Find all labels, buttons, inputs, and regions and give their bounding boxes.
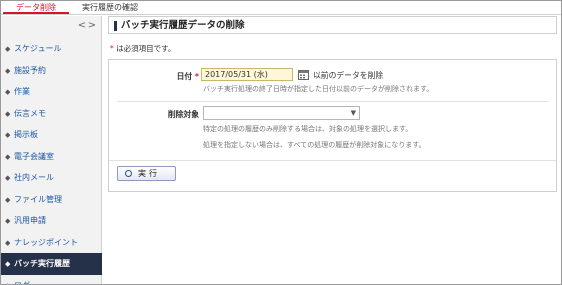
date-hint: バッチ実行処理の終了日時が指定した日付以前のデータが削除されます。 — [203, 85, 434, 93]
bullet-icon: ◆ — [5, 174, 11, 182]
sidebar-item-label: 施設予約 — [14, 65, 46, 75]
sidebar-item-knowledge[interactable]: ◆ ナレッジポイント — [1, 232, 102, 254]
circle-icon — [125, 170, 132, 177]
sidebar-item-label: 作業 — [14, 87, 30, 96]
sidebar-item-label: 伝言メモ — [14, 108, 46, 118]
chevron-left-icon[interactable]: < — [77, 20, 87, 32]
bullet-icon: ◆ — [5, 88, 11, 96]
bullet-icon: ◆ — [5, 217, 11, 225]
page-header: バッチ実行履歴データの削除 — [108, 16, 557, 34]
sidebar-item-mail[interactable]: ◆ 社内メール — [1, 167, 102, 189]
sidebar-item-label: 社内メール — [14, 173, 54, 182]
sidebar-item-task[interactable]: ◆ 作業 — [1, 81, 102, 103]
page-title: バッチ実行履歴データの削除 — [121, 20, 245, 31]
date-label-text: 日付 — [176, 72, 193, 81]
sidebar-item-label: バッチ実行履歴 — [14, 259, 70, 268]
bullet-icon: ◆ — [5, 260, 11, 268]
sidebar-item-label: ファイル管理 — [14, 194, 62, 204]
tab-data-delete[interactable]: データ削除 — [3, 2, 69, 14]
chevron-right-icon[interactable]: > — [87, 20, 97, 32]
delete-form: 日付 * 2017/05/31 (水) 以前のデータを削除 バッチ実行処理の終了… — [108, 59, 557, 192]
bullet-icon: ◆ — [5, 276, 11, 285]
bullet-icon: ◆ — [5, 195, 11, 204]
sidebar-item-label: 電子会議室 — [14, 151, 54, 161]
sidebar-item-facility[interactable]: ◆ 施設予約 — [1, 60, 102, 82]
bullet-icon: ◆ — [5, 131, 11, 139]
title-accent-bar — [114, 21, 117, 31]
sidebar-item-conference[interactable]: ◆ 電子会議室 — [1, 146, 102, 168]
tab-bar: データ削除 実行履歴の確認 — [1, 1, 561, 15]
required-note-text: は必須項目です。 — [113, 44, 176, 53]
sidebar-list: ◆ スケジュール ◆ 施設予約 ◆ 作業 ◆ 伝言メモ ◆ 掲示板 ◆ 電子会議室 ◆ 社内メ… — [1, 38, 102, 285]
bullet-icon: ◆ — [5, 109, 11, 118]
sidebar: < > ◆ スケジュール ◆ 施設予約 ◆ 作業 ◆ 伝言メモ ◆ 掲示板 ◆ 電子会議室 ◆… — [1, 16, 102, 285]
required-note: * は必須項目です。 — [110, 43, 175, 54]
sidebar-item-label: 掲示板 — [14, 130, 38, 139]
date-suffix-text: 以前のデータを削除 — [313, 71, 384, 80]
target-hint-2: 処理を指定しない場合は、すべての処理の履歴が削除対象になります。 — [203, 141, 426, 149]
bullet-icon: ◆ — [5, 152, 11, 161]
sidebar-item-memo[interactable]: ◆ 伝言メモ — [1, 103, 102, 125]
bullet-icon: ◆ — [5, 66, 11, 75]
execute-button-label: 実行 — [138, 169, 160, 178]
execute-button[interactable]: 実行 — [117, 166, 176, 181]
sidebar-item-batch-history[interactable]: ◆ バッチ実行履歴 — [1, 253, 102, 275]
target-hint-1: 特定の処理の履歴のみ削除する場合は、対象の処理を選択します。 — [203, 125, 413, 133]
tab-execution-history[interactable]: 実行履歴の確認 — [79, 2, 141, 14]
date-label: 日付 * — [129, 71, 199, 82]
sidebar-item-label: 汎用申請 — [14, 216, 46, 225]
sidebar-item-label: ナレッジポイント — [14, 237, 78, 247]
sidebar-item-log[interactable]: ◆ログ — [1, 275, 102, 285]
calendar-icon[interactable] — [298, 69, 309, 80]
sidebar-item-bulletin[interactable]: ◆ 掲示板 — [1, 124, 102, 146]
bullet-icon: ◆ — [5, 45, 11, 53]
sidebar-item-label: スケジュール — [14, 44, 62, 53]
button-divider — [109, 160, 556, 161]
bullet-icon: ◆ — [5, 238, 11, 247]
row-divider — [117, 101, 548, 102]
sidebar-item-applications[interactable]: ◆ 汎用申請 — [1, 210, 102, 232]
sidebar-item-label: ログ — [14, 280, 30, 285]
app-window: データ削除 実行履歴の確認 < > ◆ スケジュール ◆ 施設予約 ◆ 作業 ◆ 伝言メモ… — [0, 0, 562, 285]
sidebar-item-schedule[interactable]: ◆ スケジュール — [1, 38, 102, 60]
sidebar-nav-arrows: < > — [77, 20, 97, 32]
date-field[interactable]: 2017/05/31 (水) — [201, 68, 293, 81]
required-star: * — [194, 72, 199, 81]
target-select[interactable]: ▼ — [203, 106, 360, 120]
chevron-down-icon: ▼ — [350, 109, 356, 117]
sidebar-item-files[interactable]: ◆ ファイル管理 — [1, 189, 102, 211]
target-label: 削除対象 — [167, 110, 199, 119]
